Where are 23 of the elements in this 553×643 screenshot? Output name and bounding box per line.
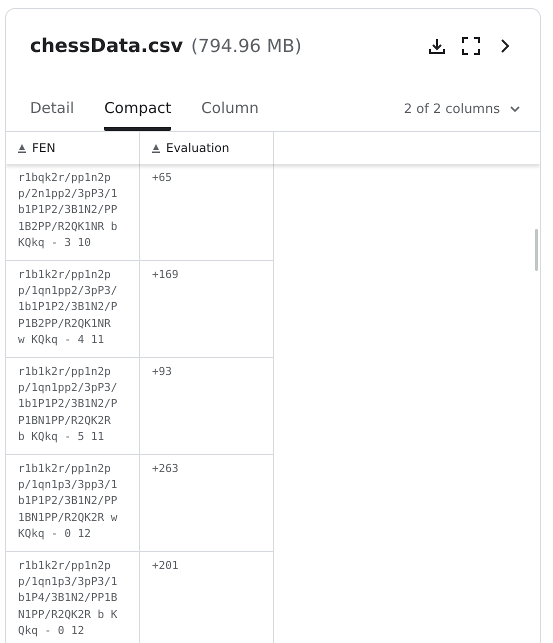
file-name: chessData.csv bbox=[30, 35, 183, 57]
table-cell-text: r1bqk2r/pp1n2pp/2n1pp2/3pP3/1b1P1P2/3B1N2/PP1B2PP/R2QK1NR b KQkq - 3 10 bbox=[18, 170, 118, 251]
sort-icon bbox=[152, 144, 160, 152]
fullscreen-icon[interactable] bbox=[460, 35, 482, 57]
table-cell-text: r1b1k2r/pp1n2pp/1qn1p3/3pp3/1b1P1P2/3B1N2/PP1BN1PP/R2QK2R w KQkq - 0 12 bbox=[18, 461, 118, 542]
tab[interactable]: Detail bbox=[30, 99, 74, 131]
table-cell-text: +263 bbox=[152, 461, 180, 477]
column-picker[interactable]: 2 of 2 columns bbox=[398, 100, 526, 118]
scrollbar[interactable] bbox=[535, 229, 538, 271]
table-cell-text: +65 bbox=[152, 170, 173, 186]
table-cell-text: +169 bbox=[152, 267, 180, 283]
table-cell-text: r1b1k2r/pp1n2pp/1qn1pp2/3pP3/1b1P1P2/3B1N2/PP1B2PP/R2QK1NR w KQkq - 4 11 bbox=[18, 267, 118, 348]
tab[interactable]: Column bbox=[201, 99, 259, 131]
table-cell-text: +201 bbox=[152, 558, 180, 574]
sort-icon bbox=[18, 144, 26, 152]
chevron-down-icon bbox=[510, 106, 520, 112]
tab[interactable]: Compact bbox=[104, 99, 172, 131]
table-cell-text: r1b1k2r/pp1n2pp/1qn1pp2/3pP3/1b1P1P2/3B1N2/PP1BN1PP/R2QK2R b KQkq - 5 11 bbox=[18, 364, 118, 445]
table-cell-text: r1b1k2r/pp1n2pp/1qn1p3/3pP3/1b1P4/3B1N2/PP1BN1PP/R2QK2R b KQkq - 0 12 bbox=[18, 558, 118, 639]
column-header[interactable]: FEN bbox=[6, 132, 140, 164]
column-header[interactable]: Evaluation bbox=[140, 132, 274, 164]
file-size: (794.96 MB) bbox=[190, 36, 302, 56]
table-cell-text: +93 bbox=[152, 364, 173, 380]
